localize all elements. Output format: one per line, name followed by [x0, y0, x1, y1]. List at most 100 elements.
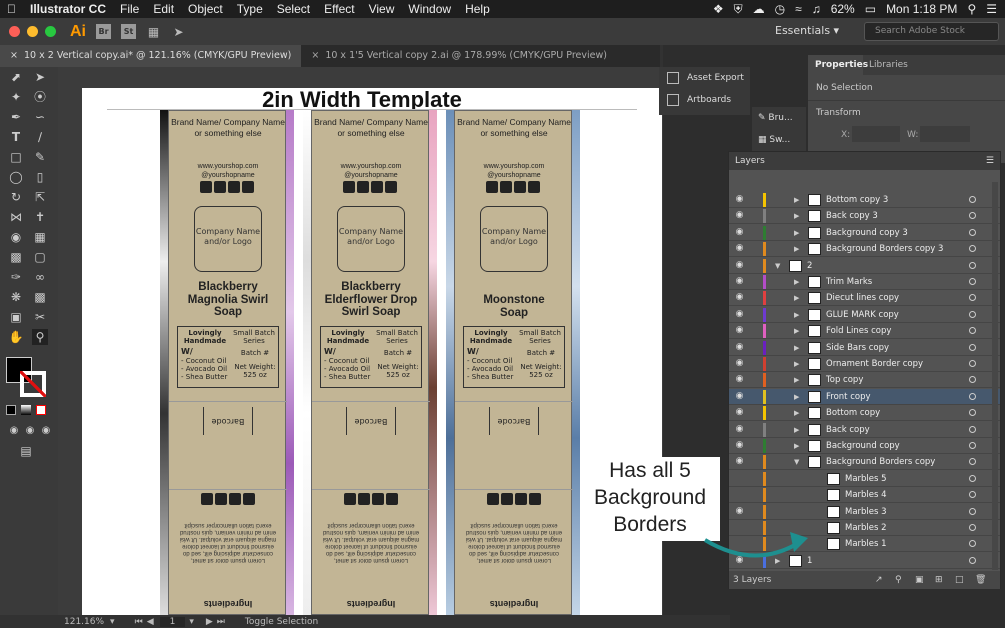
- target-circle-icon[interactable]: [969, 261, 976, 269]
- cloud-icon[interactable]: ☁: [753, 2, 765, 16]
- menu-select[interactable]: Select: [270, 2, 317, 16]
- shape-builder-icon[interactable]: ◉: [8, 229, 24, 245]
- target-circle-icon[interactable]: [969, 540, 976, 548]
- x-input[interactable]: [852, 126, 900, 142]
- tab-libraries[interactable]: Libraries: [869, 55, 908, 75]
- expand-chevron-icon[interactable]: ▶: [794, 372, 799, 388]
- battery-percent[interactable]: 62%: [831, 2, 855, 16]
- time-machine-icon[interactable]: ◷: [775, 2, 785, 16]
- expand-chevron-icon[interactable]: ▶: [794, 225, 799, 241]
- target-circle-icon[interactable]: [969, 228, 976, 236]
- visibility-eye-icon[interactable]: ◉: [734, 456, 745, 467]
- pen-tool-icon[interactable]: ✒: [8, 109, 24, 125]
- curvature-icon[interactable]: ∽: [32, 109, 48, 125]
- target-circle-icon[interactable]: [969, 196, 976, 203]
- gpu-performance-icon[interactable]: ➤: [171, 24, 186, 39]
- visibility-eye-icon[interactable]: [734, 489, 745, 500]
- layer-row[interactable]: ◉ ▶ Ornament Border copy: [729, 356, 1000, 372]
- eraser-icon[interactable]: ▯: [32, 169, 48, 185]
- none-mode-button[interactable]: [36, 405, 46, 415]
- line-tool-icon[interactable]: ∕: [32, 129, 48, 145]
- expand-chevron-icon[interactable]: ▶: [794, 405, 799, 421]
- expand-chevron-icon[interactable]: ▶: [794, 389, 799, 405]
- search-stock-input[interactable]: Search Adobe Stock: [864, 22, 999, 41]
- selection-tool-icon[interactable]: ⬈: [8, 69, 24, 85]
- layer-row[interactable]: ◉ ▶ Background Borders copy 3: [729, 241, 1000, 258]
- target-circle-icon[interactable]: [969, 474, 976, 482]
- layer-row[interactable]: ◉ ▶ Background copy: [729, 438, 1000, 454]
- visibility-eye-icon[interactable]: ◉: [734, 227, 745, 238]
- zoom-window-button[interactable]: [45, 26, 56, 37]
- zoom-tool-icon[interactable]: ⚲: [32, 329, 48, 345]
- swatches-button[interactable]: ▦ Sw...: [758, 135, 790, 145]
- artboards-button[interactable]: Artboards: [659, 89, 750, 111]
- layer-row[interactable]: ◉ ▶ Trim Marks: [729, 274, 1000, 290]
- menu-app[interactable]: Illustrator CC: [23, 2, 113, 16]
- artboard-tool-icon[interactable]: ▣: [8, 309, 24, 325]
- menu-help[interactable]: Help: [458, 2, 497, 16]
- menu-object[interactable]: Object: [181, 2, 230, 16]
- visibility-eye-icon[interactable]: ◉: [734, 292, 745, 303]
- layer-row[interactable]: ◉ ▶ Front copy: [729, 388, 1000, 405]
- artboard[interactable]: 2in Width Template Brand Name/ Company N…: [82, 88, 662, 615]
- visibility-eye-icon[interactable]: ◉: [734, 374, 745, 385]
- layer-row[interactable]: ◉ ▶ Bottom copy: [729, 405, 1000, 422]
- lasso-icon[interactable]: ⦿: [32, 89, 48, 105]
- visibility-eye-icon[interactable]: ◉: [734, 276, 745, 287]
- type-tool-icon[interactable]: T: [8, 129, 24, 145]
- zoom-dropdown-icon[interactable]: ▾: [110, 617, 115, 627]
- layer-row[interactable]: ◉ ▶ Background copy 3: [729, 225, 1000, 241]
- new-sublayer-icon[interactable]: ⊞: [935, 571, 943, 589]
- magic-wand-icon[interactable]: ✦: [8, 89, 24, 105]
- target-circle-icon[interactable]: [969, 425, 976, 433]
- workspace-switcher[interactable]: Essentials ▾: [775, 24, 839, 37]
- perspective-grid-icon[interactable]: ▦: [32, 229, 48, 245]
- slice-icon[interactable]: ✂: [32, 309, 48, 325]
- export-layer-icon[interactable]: ↗: [875, 571, 883, 589]
- expand-chevron-icon[interactable]: ▶: [794, 208, 799, 224]
- visibility-eye-icon[interactable]: ◉: [734, 407, 745, 418]
- draw-behind-icon[interactable]: ◉: [22, 423, 38, 439]
- visibility-eye-icon[interactable]: ◉: [734, 424, 745, 435]
- target-circle-icon[interactable]: [969, 310, 976, 318]
- visibility-eye-icon[interactable]: ◉: [734, 260, 745, 271]
- layer-row[interactable]: ◉ ▶ Diecut lines copy: [729, 290, 1000, 307]
- layer-row[interactable]: Marbles 5: [729, 471, 1000, 487]
- target-circle-icon[interactable]: [969, 360, 976, 367]
- minimize-window-button[interactable]: [27, 26, 38, 37]
- menu-effect[interactable]: Effect: [317, 2, 361, 16]
- blend-icon[interactable]: ∞: [32, 269, 48, 285]
- layer-row[interactable]: ◉ ▶ Back copy 3: [729, 208, 1000, 225]
- layer-row[interactable]: ◉ ▶ Top copy: [729, 372, 1000, 389]
- label-strip-2[interactable]: Brand Name/ Company Name or something el…: [303, 110, 437, 615]
- shaper-icon[interactable]: ◯: [8, 169, 24, 185]
- bridge-button[interactable]: Br: [96, 24, 111, 39]
- expand-chevron-icon[interactable]: ▶: [794, 274, 799, 290]
- prev-artboard-icon[interactable]: ◀: [147, 617, 154, 627]
- first-artboard-icon[interactable]: ⏮: [135, 617, 143, 627]
- clipping-mask-icon[interactable]: ▣: [915, 571, 924, 589]
- eyedropper-icon[interactable]: ✑: [8, 269, 24, 285]
- label-strip-1[interactable]: Brand Name/ Company Name or something el…: [160, 110, 294, 615]
- scale-icon[interactable]: ⇱: [32, 189, 48, 205]
- visibility-eye-icon[interactable]: ◉: [734, 358, 745, 369]
- tab-document-2[interactable]: × 10 x 1'5 Vertical copy 2.ai @ 178.99% …: [301, 45, 617, 67]
- clock[interactable]: Mon 1:18 PM: [886, 2, 957, 16]
- volume-icon[interactable]: ♫: [812, 2, 821, 16]
- close-window-button[interactable]: [9, 26, 20, 37]
- target-circle-icon[interactable]: [969, 278, 976, 285]
- artboard-dropdown-icon[interactable]: ▾: [189, 617, 194, 627]
- menu-list-icon[interactable]: ☰: [986, 2, 997, 16]
- visibility-eye-icon[interactable]: ◉: [734, 210, 745, 221]
- gradient-icon[interactable]: ▢: [32, 249, 48, 265]
- layer-row[interactable]: ◉ ▶ Bottom copy 3: [729, 192, 1000, 208]
- target-circle-icon[interactable]: [969, 458, 976, 466]
- draw-inside-icon[interactable]: ◉: [38, 423, 54, 439]
- artboard-number[interactable]: 1: [159, 616, 186, 627]
- spotlight-icon[interactable]: ⚲: [967, 2, 976, 16]
- brushes-button[interactable]: ✎ Bru...: [758, 113, 793, 123]
- layer-row[interactable]: ◉ ▶ GLUE MARK copy: [729, 307, 1000, 323]
- rotate-icon[interactable]: ↻: [8, 189, 24, 205]
- layer-row[interactable]: ◉ ▶ Side Bars copy: [729, 340, 1000, 356]
- paintbrush-icon[interactable]: ✎: [32, 149, 48, 165]
